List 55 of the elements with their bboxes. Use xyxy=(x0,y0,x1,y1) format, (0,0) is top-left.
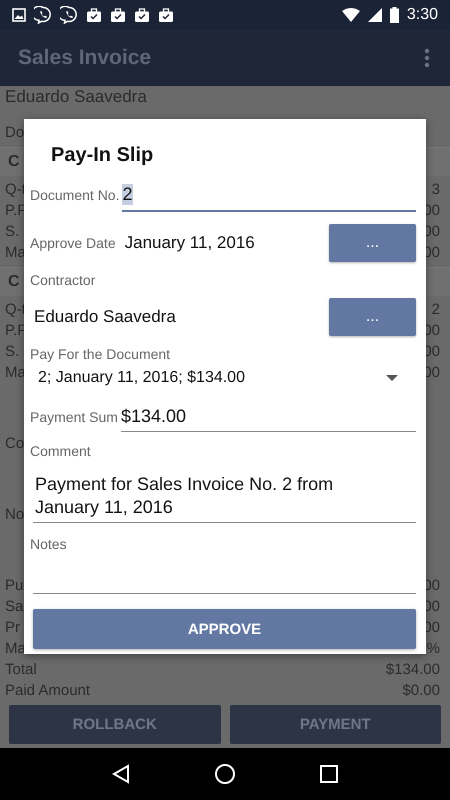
field-label: Payment Sum xyxy=(30,408,118,424)
background-label: Q-t xyxy=(5,181,26,198)
background-label: Paid Amount xyxy=(5,682,90,699)
action-button[interactable]: ROLLBACK xyxy=(9,705,220,744)
background-value: 2 xyxy=(432,301,440,318)
briefcase-check-icon xyxy=(158,8,174,22)
date-value: January 11, 2016 xyxy=(124,233,256,253)
approve-button[interactable]: APPROVE xyxy=(33,609,416,649)
background-label: C xyxy=(8,153,20,171)
home-icon[interactable] xyxy=(214,763,236,785)
background-label: S. xyxy=(5,223,20,240)
picker-button[interactable]: ... xyxy=(329,224,416,262)
background-label: Co xyxy=(5,435,24,452)
signal-icon xyxy=(368,8,382,22)
phone-bubble-icon xyxy=(34,6,52,24)
phone-bubble-icon xyxy=(60,6,78,24)
image-icon xyxy=(12,8,26,22)
dropdown[interactable]: 2; January 11, 2016; $134.00 xyxy=(30,367,416,389)
field-label: Pay For the Document xyxy=(30,345,172,363)
wifi-icon xyxy=(342,8,360,22)
background-label: S. xyxy=(5,343,20,360)
overflow-menu-icon[interactable] xyxy=(424,48,430,68)
picker-button[interactable]: ... xyxy=(329,298,416,336)
briefcase-check-icon xyxy=(110,8,126,22)
battery-icon xyxy=(390,7,399,23)
background-label: C xyxy=(8,273,20,291)
back-icon[interactable] xyxy=(112,764,130,784)
background-label: Pr xyxy=(5,619,20,636)
background-value: 3 xyxy=(432,181,440,198)
background-label: Do xyxy=(5,124,24,141)
action-button[interactable]: PAYMENT xyxy=(230,705,441,744)
input-field[interactable]: 2 xyxy=(122,178,416,212)
dialog-title: Pay-In Slip xyxy=(51,143,154,167)
input-field[interactable]: $134.00 xyxy=(120,401,416,432)
briefcase-check-icon xyxy=(134,8,150,22)
comment-field[interactable]: Payment for Sales Invoice No. 2 from January 11, 2016 xyxy=(33,473,416,523)
field-label: Notes xyxy=(30,535,68,553)
field-label: Approve Date xyxy=(30,235,116,251)
background-value: $0.00 xyxy=(402,682,440,699)
contractor-value: Eduardo Saavedra xyxy=(34,306,177,326)
screen-title: Sales Invoice xyxy=(18,46,152,70)
background-label: No xyxy=(5,506,24,523)
field-label: Contractor xyxy=(30,271,96,289)
background-value: % xyxy=(426,640,440,657)
background-label: Q-t xyxy=(5,301,26,318)
background-label: Pu xyxy=(5,577,24,594)
background-label: Eduardo Saavedra xyxy=(5,87,147,107)
background-value: $134.00 xyxy=(386,661,440,678)
clock-time: 3:30 xyxy=(406,6,438,24)
field-label: Document No. xyxy=(30,187,120,203)
field-label: Comment xyxy=(30,442,92,460)
dropdown-arrow-icon xyxy=(386,375,398,381)
briefcase-check-icon xyxy=(86,8,102,22)
background-label: Total xyxy=(5,661,37,678)
recents-icon[interactable] xyxy=(320,765,338,783)
